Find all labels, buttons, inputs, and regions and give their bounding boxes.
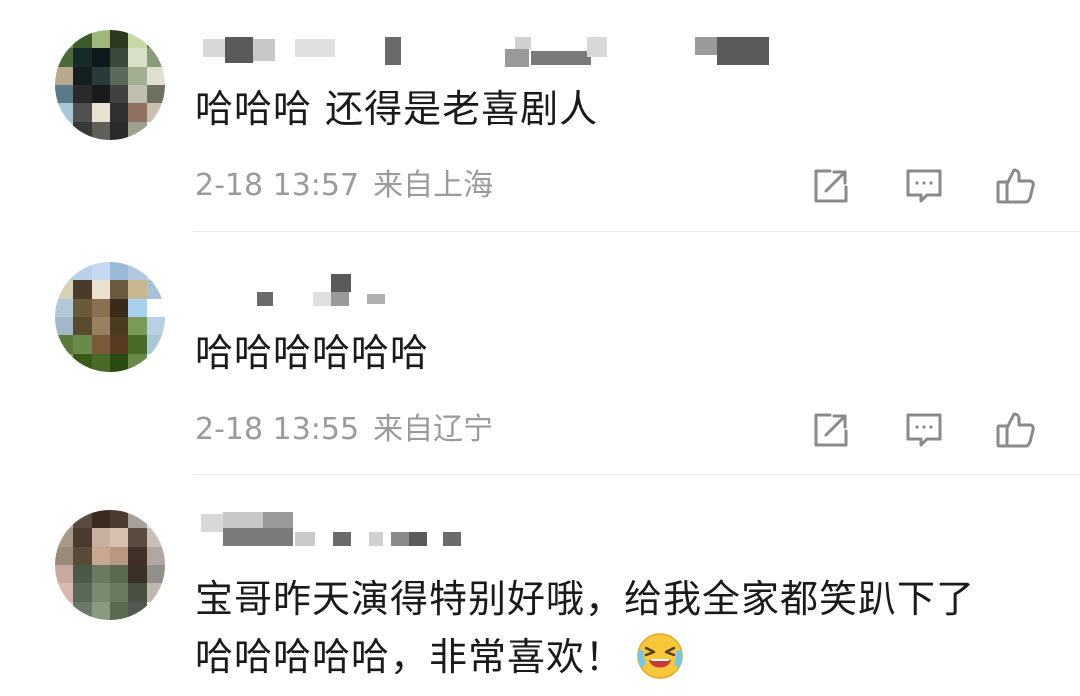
comment-meta: 2-18 13:57 来自上海 xyxy=(195,166,493,206)
comment-text-line: 哈哈哈哈哈，非常喜欢！ xyxy=(195,630,1040,686)
comment-text-line: 宝哥昨天演得特别好哦，给我全家都笑趴下了 xyxy=(195,577,976,621)
comment-item: 哈哈哈 还得是老喜剧人 2-18 13:57 来自上海 xyxy=(0,0,1080,232)
username-redacted[interactable] xyxy=(195,272,395,312)
laugh-cry-emoji xyxy=(634,630,686,682)
comment-item: 宝哥昨天演得特别好哦，给我全家都笑趴下了 哈哈哈哈哈，非常喜欢！ xyxy=(0,476,1080,689)
comment-icon xyxy=(906,413,942,447)
thumbs-up-icon xyxy=(996,412,1035,448)
comment-timestamp: 2-18 13:57 xyxy=(195,168,360,203)
divider xyxy=(193,474,1080,475)
reply-button[interactable] xyxy=(902,408,946,452)
comment-text: 宝哥昨天演得特别好哦，给我全家都笑趴下了 哈哈哈哈哈，非常喜欢！ xyxy=(195,572,1040,686)
share-button[interactable] xyxy=(808,164,852,208)
username-redacted[interactable] xyxy=(195,35,775,75)
reply-button[interactable] xyxy=(902,164,946,208)
like-button[interactable] xyxy=(994,164,1038,208)
avatar[interactable] xyxy=(55,262,165,372)
comment-text-line-2: 哈哈哈哈哈，非常喜欢！ xyxy=(195,635,625,679)
comment-text: 哈哈哈哈哈哈 xyxy=(195,331,430,375)
username-redacted[interactable] xyxy=(195,510,475,550)
avatar[interactable] xyxy=(55,510,165,620)
comment-timestamp: 2-18 13:55 xyxy=(195,412,360,447)
comment-location: 来自上海 xyxy=(373,168,494,203)
comment-text: 哈哈哈 还得是老喜剧人 xyxy=(195,87,599,131)
share-icon xyxy=(814,413,848,447)
comment-meta: 2-18 13:55 来自辽宁 xyxy=(195,410,493,450)
avatar[interactable] xyxy=(55,30,165,140)
comment-icon xyxy=(906,169,942,203)
comment-location: 来自辽宁 xyxy=(373,412,494,447)
share-icon xyxy=(814,169,848,203)
like-button[interactable] xyxy=(994,408,1038,452)
share-button[interactable] xyxy=(808,408,852,452)
comment-item: 哈哈哈哈哈哈 2-18 13:55 来自辽宁 xyxy=(0,232,1080,476)
thumbs-up-icon xyxy=(996,168,1035,204)
